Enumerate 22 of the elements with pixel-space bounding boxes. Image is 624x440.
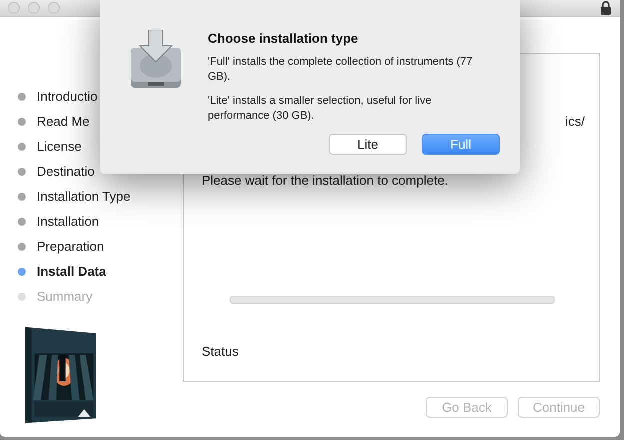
dialog-title: Choose installation type	[208, 31, 360, 46]
step-label: Read Me	[37, 114, 90, 129]
window-control-icon[interactable]	[8, 2, 20, 14]
dialog-button[interactable]: Lite	[329, 134, 407, 155]
dialog-text: 'Lite' installs a smaller selection, useful for live performance (30 GB).	[208, 94, 433, 124]
step-label: Destinatio	[37, 164, 95, 179]
step-label: Summary	[37, 289, 93, 304]
window-control-icon[interactable]	[48, 2, 60, 14]
step-label: Installation Type	[37, 189, 131, 204]
step-label: License	[37, 139, 82, 154]
dialog-button[interactable]: Full	[422, 134, 500, 155]
status-label: Status	[202, 344, 240, 359]
step-label: Introductio	[37, 89, 98, 104]
body-text: ics/	[566, 114, 585, 129]
lock-icon	[600, 1, 612, 15]
step-label: Install Data	[37, 264, 106, 279]
dialog-text: 'Full' installs the complete collection of instruments (77 GB).	[208, 55, 474, 85]
window-control-icon[interactable]	[28, 2, 40, 14]
step-label: Preparation	[37, 239, 104, 254]
disk-download-icon	[130, 30, 182, 90]
wait-message: Please wait for the installation to complete.	[202, 173, 450, 188]
step-label: Installation	[37, 214, 100, 229]
